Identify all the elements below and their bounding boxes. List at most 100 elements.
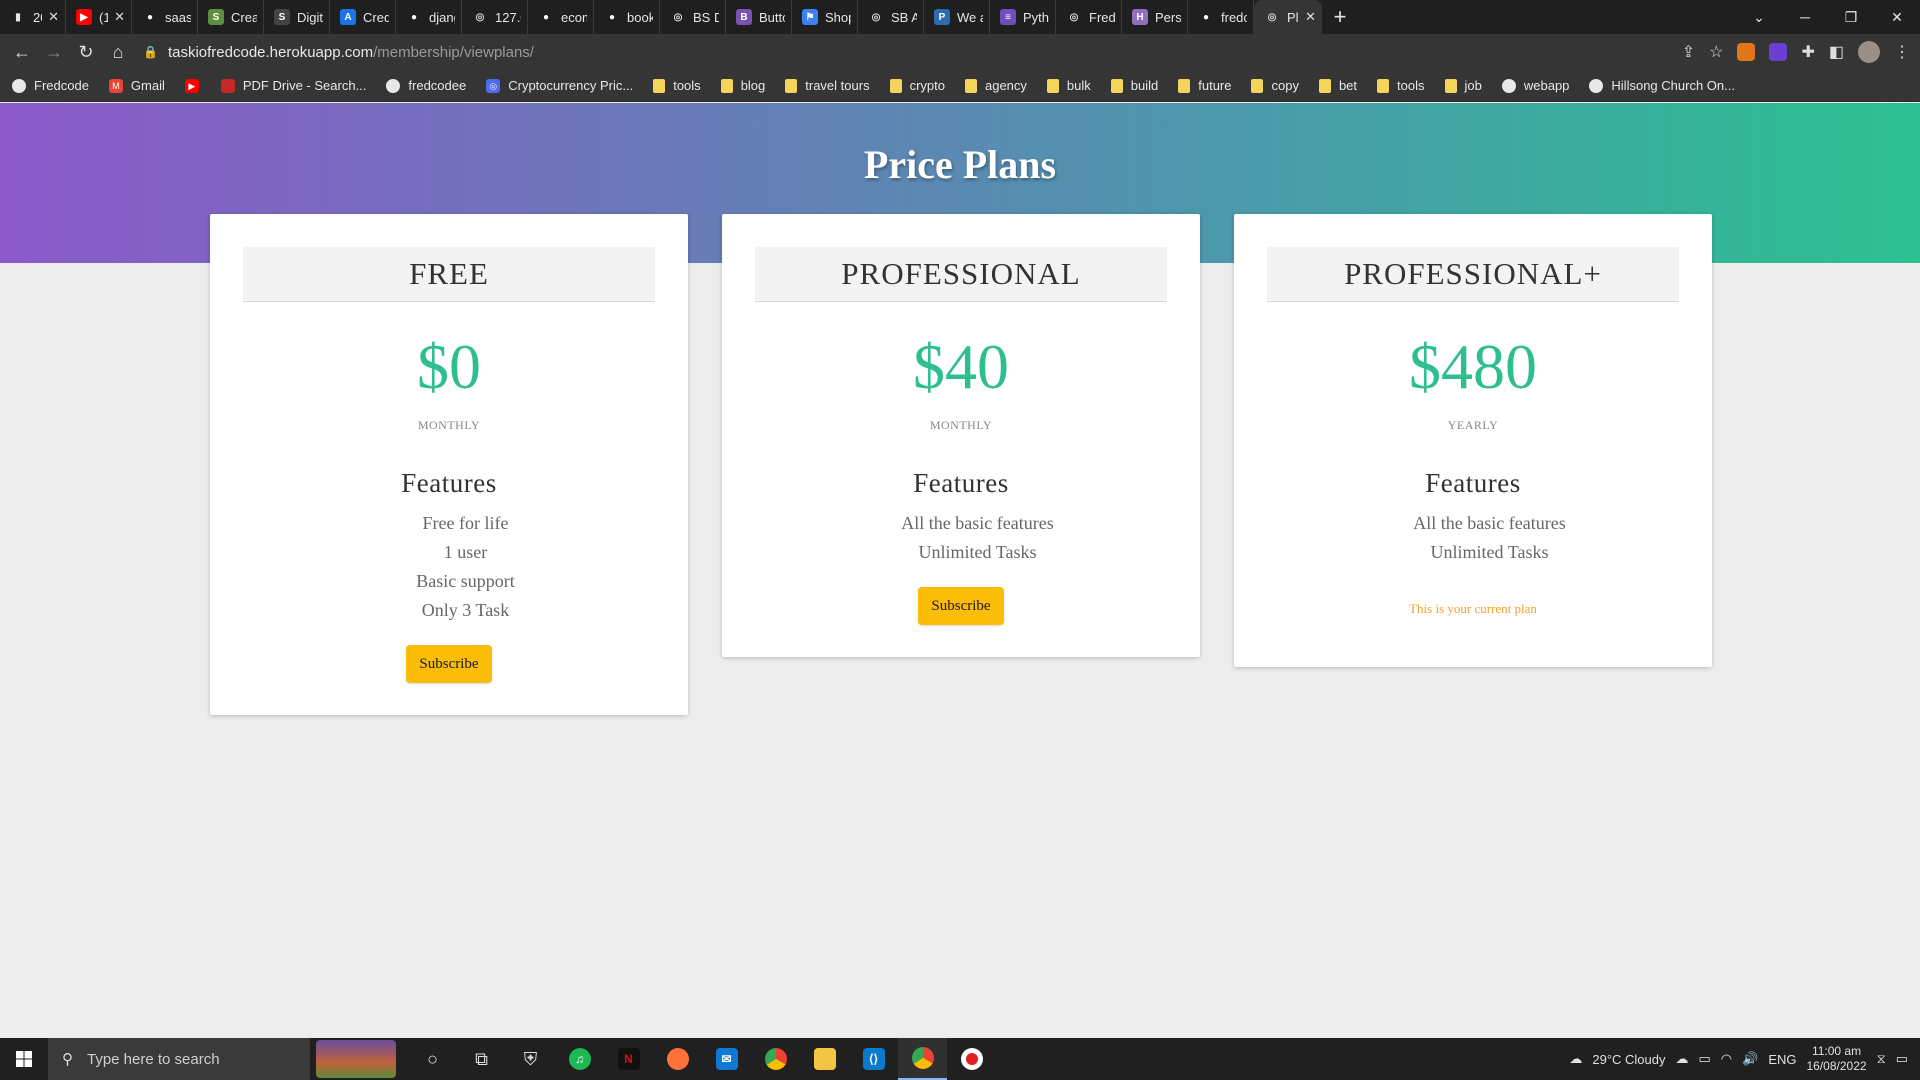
restore-button[interactable]: ❐	[1828, 0, 1874, 34]
notification-count-icon[interactable]: ⧖	[1877, 1051, 1886, 1067]
battery-icon[interactable]: ▭	[1699, 1051, 1711, 1067]
bookmark-link[interactable]: fredcodee	[386, 78, 466, 93]
bookmark-folder[interactable]: future	[1178, 78, 1231, 93]
profile-avatar[interactable]	[1858, 41, 1880, 63]
bookmark-folder[interactable]: job	[1444, 78, 1482, 93]
chrome-icon[interactable]	[751, 1038, 800, 1080]
p-icon: P	[934, 9, 950, 25]
minimize-button[interactable]: ─	[1782, 0, 1828, 34]
bookmark-folder[interactable]: build	[1110, 78, 1158, 93]
extensions-puzzle-icon[interactable]: ✚	[1801, 42, 1814, 62]
back-button[interactable]: ←	[6, 42, 38, 63]
wifi-icon[interactable]: ◠	[1721, 1051, 1732, 1067]
netflix-icon[interactable]: N	[604, 1038, 653, 1080]
bookmark-link[interactable]: Fredcode	[12, 78, 89, 93]
bookmark-folder[interactable]: copy	[1251, 78, 1299, 93]
onedrive-icon[interactable]: ☁	[1676, 1051, 1689, 1067]
reload-button[interactable]: ↻	[70, 42, 102, 63]
browser-tab[interactable]: ● book-re	[594, 0, 660, 34]
browser-tab[interactable]: ◎ 127.0.0.	[462, 0, 528, 34]
plan-name: PROFESSIONAL+	[1267, 247, 1679, 302]
browser-tab[interactable]: ◎ SB Adm	[858, 0, 924, 34]
clock[interactable]: 11:00 am 16/08/2022	[1807, 1044, 1867, 1074]
start-button[interactable]	[0, 1038, 48, 1080]
extension-icon[interactable]	[1769, 43, 1788, 61]
home-button[interactable]: ⌂	[102, 42, 134, 63]
forward-button[interactable]: →	[38, 42, 70, 63]
menu-kebab-icon[interactable]: ⋮	[1894, 42, 1910, 62]
taskbar-search[interactable]: ⚲ Type here to search	[48, 1038, 310, 1080]
toolbar: ← → ↻ ⌂ 🔒 taskiofredcode.herokuapp.com/m…	[0, 34, 1920, 70]
bookmark-link[interactable]: PDF Drive - Search...	[220, 78, 366, 93]
tab-close-icon[interactable]: ✕	[1305, 9, 1316, 25]
tab-close-icon[interactable]: ✕	[114, 9, 125, 25]
tab-title: 202	[33, 9, 42, 25]
bookmark-folder[interactable]: tools	[1377, 78, 1425, 93]
close-window-button[interactable]: ✕	[1874, 0, 1920, 34]
tab-close-icon[interactable]: ✕	[48, 9, 59, 25]
security-shield-icon[interactable]: ⛨	[506, 1038, 555, 1080]
bookmark-label: bet	[1338, 78, 1358, 93]
bookmark-folder[interactable]: crypto	[889, 78, 945, 93]
bookmark-label: bulk	[1066, 78, 1091, 93]
notifications-icon[interactable]: ▭	[1896, 1051, 1908, 1067]
lock-icon[interactable]: 🔒	[143, 45, 158, 59]
browser-tab[interactable]: B Buttons	[726, 0, 792, 34]
subscribe-button[interactable]: Subscribe	[918, 587, 1004, 625]
browser-tab[interactable]: P We are	[924, 0, 990, 34]
weather-text[interactable]: 29°C Cloudy	[1592, 1052, 1665, 1067]
browser-tab[interactable]: S Digital	[264, 0, 330, 34]
browser-tab[interactable]: ◎ Plan ✕	[1254, 0, 1322, 34]
folder-icon	[653, 78, 666, 93]
task-view-icon[interactable]: ⧉	[457, 1038, 506, 1080]
bookmark-label: travel tours	[805, 78, 870, 93]
browser-tab[interactable]: ◎ Fredcod	[1056, 0, 1122, 34]
browser-tab[interactable]: ▶ (13 ✕	[66, 0, 132, 34]
folder-icon	[964, 78, 977, 93]
bookmark-folder[interactable]: agency	[964, 78, 1027, 93]
browser-tab[interactable]: ⚑ Shop -	[792, 0, 858, 34]
mail-icon[interactable]: ✉	[702, 1038, 751, 1080]
browser-tab[interactable]: ● fredcod	[1188, 0, 1254, 34]
browser-tab[interactable]: ● ecomm	[528, 0, 594, 34]
browser-tab[interactable]: ● saasapp	[132, 0, 198, 34]
github-icon	[386, 78, 401, 93]
recorder-icon[interactable]	[947, 1038, 996, 1080]
browser-tab[interactable]: A Credent	[330, 0, 396, 34]
browser-tab[interactable]: ● django-	[396, 0, 462, 34]
bookmark-link[interactable]: webapp	[1501, 78, 1569, 93]
bookmark-link[interactable]: M Gmail	[108, 78, 165, 93]
bookmark-folder[interactable]: bulk	[1046, 78, 1091, 93]
new-tab-button[interactable]: +	[1322, 4, 1358, 30]
subscribe-button[interactable]: Subscribe	[406, 645, 492, 683]
chrome-running-icon[interactable]	[898, 1038, 947, 1080]
vscode-icon[interactable]: ⟨⟩	[849, 1038, 898, 1080]
bookmark-folder[interactable]: tools	[653, 78, 701, 93]
github-icon: ●	[1202, 11, 1210, 23]
side-panel-icon[interactable]: ◧	[1829, 42, 1844, 62]
bookmark-link[interactable]: ◎ Cryptocurrency Pric...	[486, 78, 633, 93]
address-bar[interactable]: 🔒 taskiofredcode.herokuapp.com/membershi…	[143, 37, 1663, 67]
firefox-icon[interactable]	[653, 1038, 702, 1080]
share-icon[interactable]: ⇪	[1682, 42, 1695, 62]
bookmark-link[interactable]: ▶	[184, 78, 207, 93]
bookmark-link[interactable]: Hillsong Church On...	[1589, 78, 1735, 93]
browser-tab[interactable]: H Persona	[1122, 0, 1188, 34]
tab-search-icon[interactable]: ⌄	[1736, 0, 1782, 34]
bookmark-folder[interactable]: bet	[1318, 78, 1358, 93]
bookmark-folder[interactable]: blog	[720, 78, 765, 93]
shopify-icon: S	[208, 9, 224, 25]
browser-tab[interactable]: ◎ BS Dash	[660, 0, 726, 34]
browser-tab[interactable]: ≡ Python	[990, 0, 1056, 34]
volume-icon[interactable]: 🔊	[1742, 1051, 1758, 1067]
browser-tab[interactable]: ▮ 202 ✕	[0, 0, 66, 34]
spotify-icon[interactable]: ♫	[555, 1038, 604, 1080]
bookmark-star-icon[interactable]: ☆	[1709, 42, 1723, 62]
browser-tab[interactable]: S Create y	[198, 0, 264, 34]
feature-item: Basic support	[416, 571, 515, 591]
file-explorer-icon[interactable]	[800, 1038, 849, 1080]
language-indicator[interactable]: ENG	[1768, 1052, 1796, 1067]
bookmark-folder[interactable]: travel tours	[785, 78, 870, 93]
cortana-icon[interactable]: ○	[408, 1038, 457, 1080]
metamask-extension-icon[interactable]	[1737, 43, 1756, 61]
